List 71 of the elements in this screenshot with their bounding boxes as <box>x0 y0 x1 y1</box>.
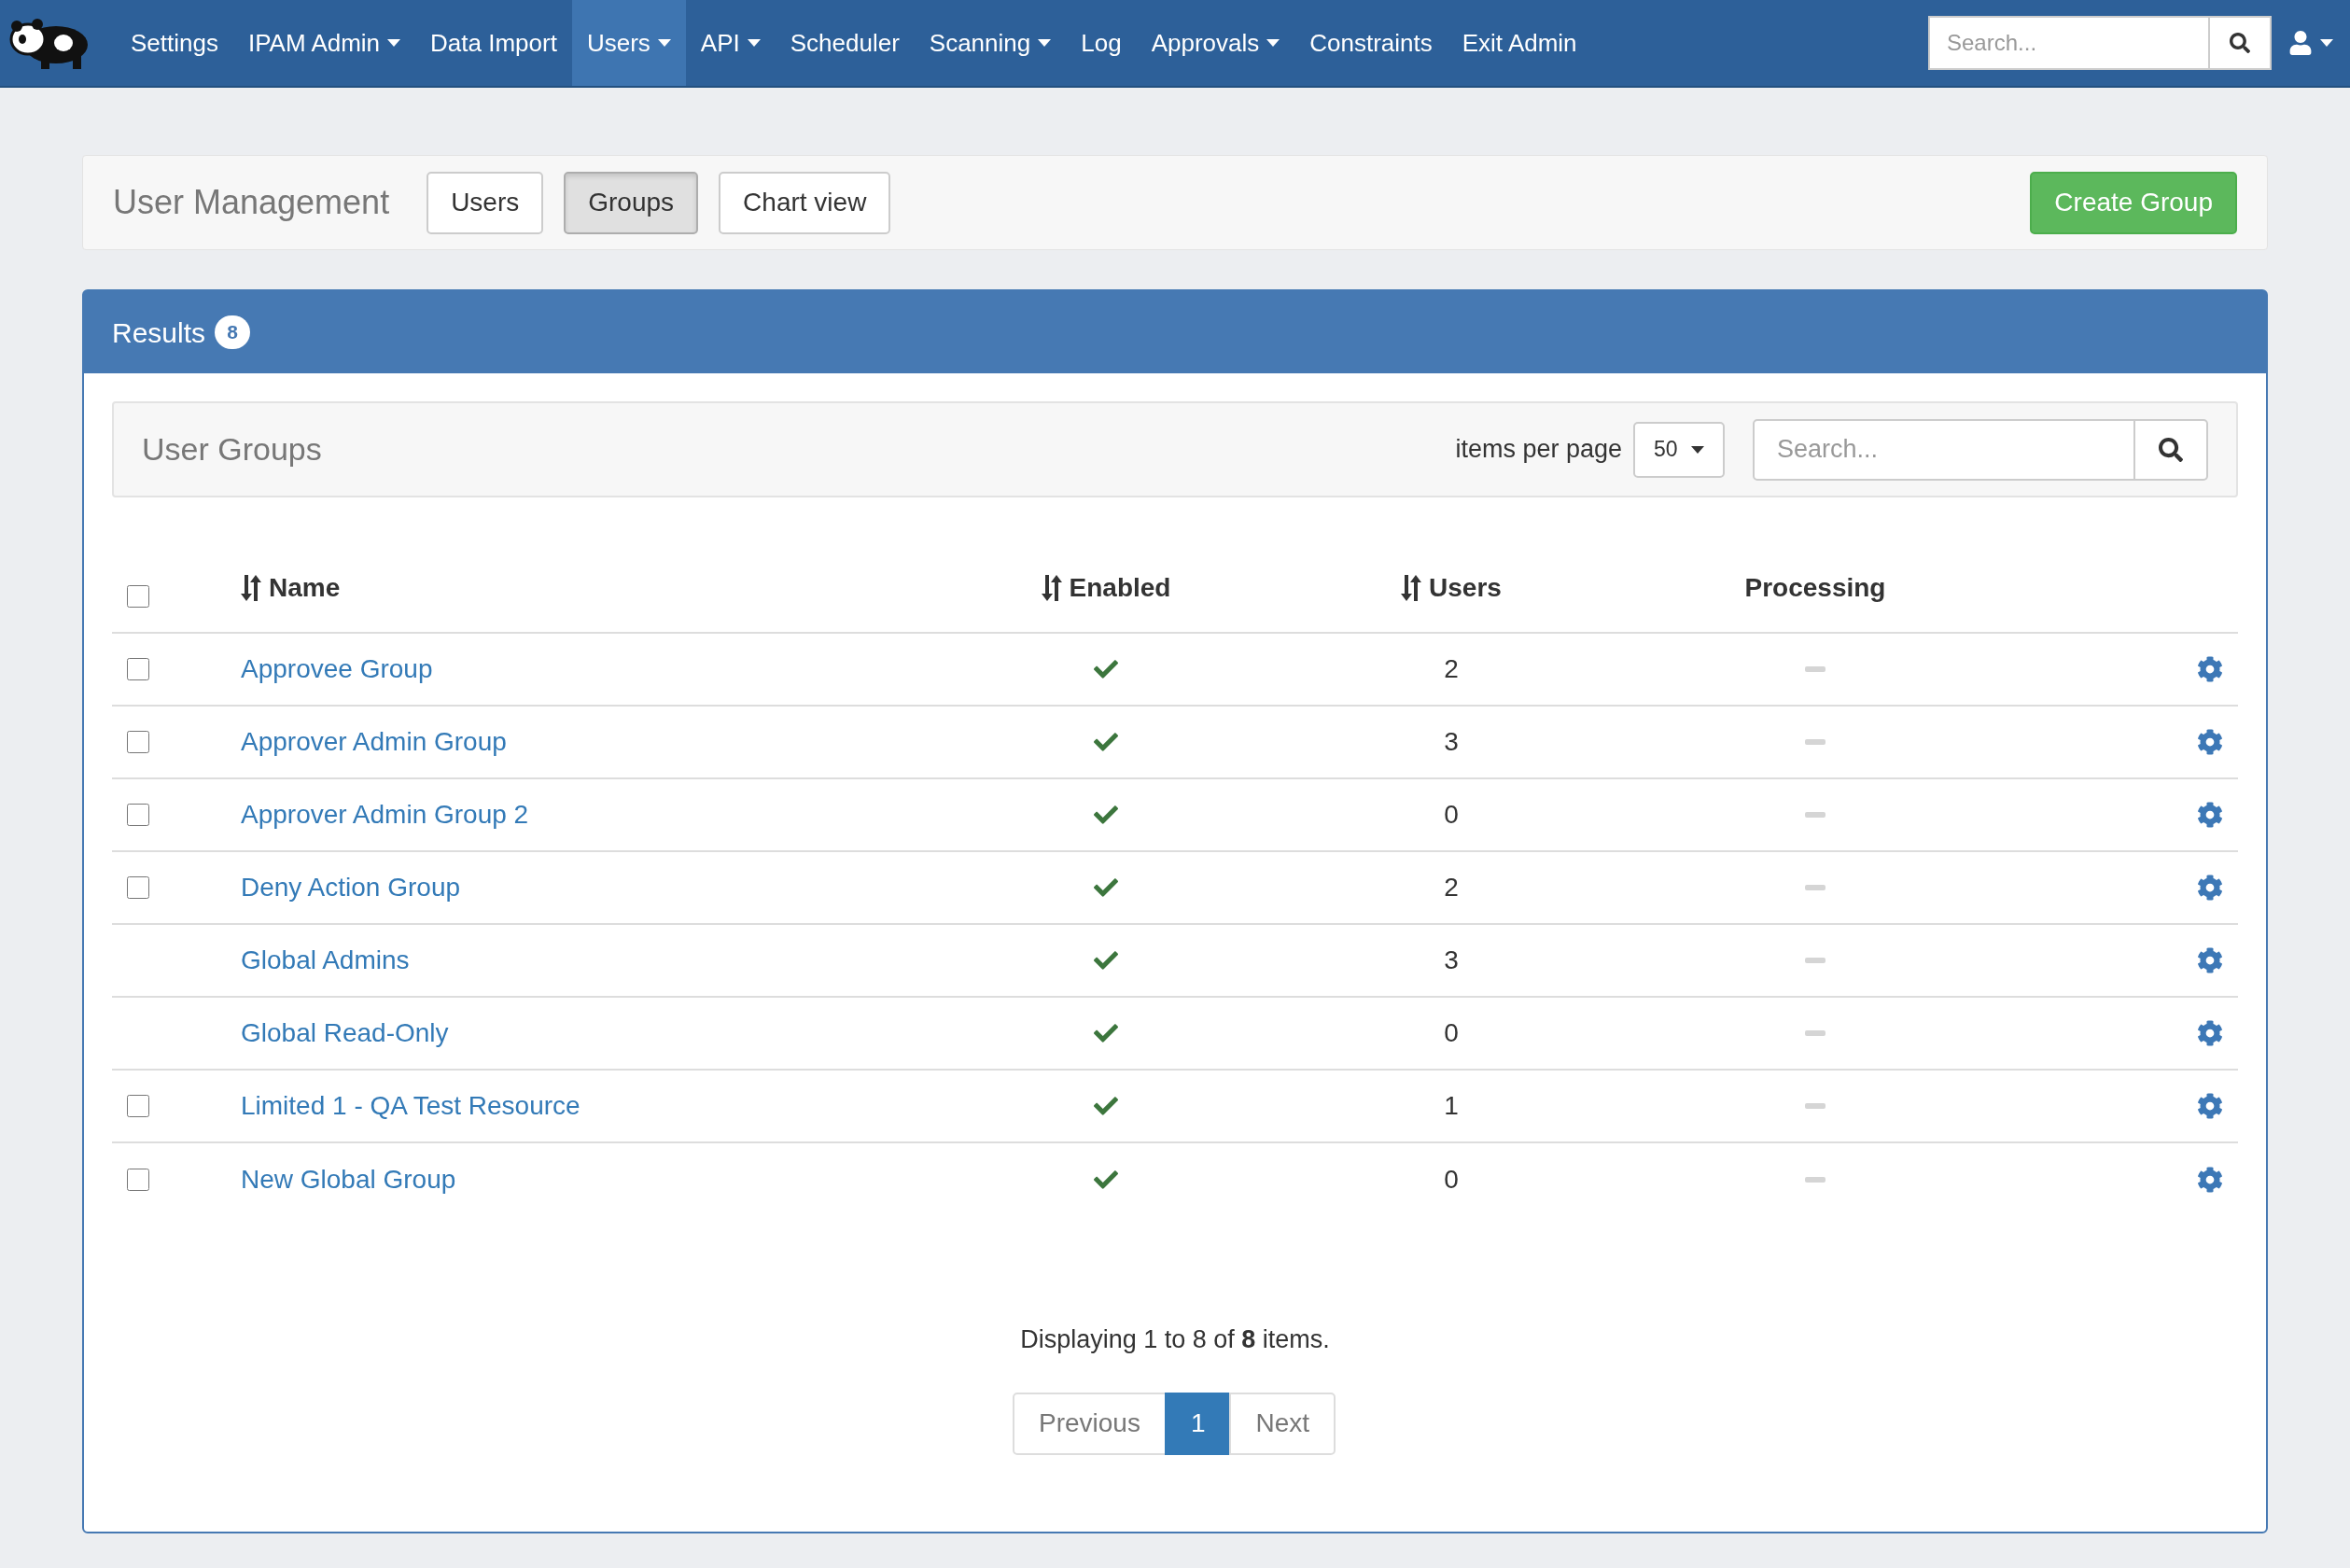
nav-link[interactable]: Scanning <box>914 0 1067 86</box>
pagination-button[interactable]: Previous <box>1012 1392 1167 1455</box>
nav-link[interactable]: Settings <box>116 0 233 86</box>
group-link[interactable]: Global Read-Only <box>241 1018 449 1047</box>
settings-icon[interactable] <box>2197 1093 2223 1119</box>
group-link[interactable]: Deny Action Group <box>241 873 461 902</box>
items-per-page-select[interactable]: 50 <box>1633 421 1725 478</box>
panel-title: Results <box>112 315 206 350</box>
group-link[interactable]: Approver Admin Group 2 <box>241 800 529 829</box>
nav-link[interactable]: Exit Admin <box>1447 0 1592 86</box>
nav-link[interactable]: Users <box>571 0 686 86</box>
caret-icon <box>1691 445 1704 454</box>
user-icon <box>2288 31 2313 55</box>
settings-icon[interactable] <box>2197 1167 2223 1193</box>
user-count: 0 <box>1444 1017 1459 1049</box>
group-link[interactable]: Limited 1 - QA Test Resource <box>241 1091 581 1120</box>
nav-link[interactable]: Scheduler <box>775 0 915 86</box>
user-count: 3 <box>1444 945 1459 976</box>
settings-icon[interactable] <box>2197 875 2223 901</box>
settings-icon[interactable] <box>2197 947 2223 973</box>
page-title: User Management <box>113 182 390 223</box>
user-count: 0 <box>1444 1164 1459 1196</box>
search-field[interactable]: Search... <box>1753 418 2135 481</box>
pagination-summary: Displaying 1 to 8 of 8 items. <box>1020 1324 1330 1355</box>
user-count: 3 <box>1444 726 1459 758</box>
row-checkbox[interactable] <box>127 876 149 900</box>
user-count: 2 <box>1444 872 1459 903</box>
group-link[interactable]: Approver Admin Group <box>241 727 507 756</box>
view-tab[interactable]: Users <box>427 171 544 234</box>
sort-icon[interactable] <box>1401 575 1422 601</box>
settings-icon[interactable] <box>2197 656 2223 682</box>
search-button[interactable] <box>2210 16 2272 70</box>
row-checkbox[interactable] <box>127 1095 149 1118</box>
column-header[interactable]: Enabled <box>1069 568 1171 608</box>
nav-link[interactable]: Log <box>1066 0 1137 86</box>
nav-link[interactable]: IPAM Admin <box>232 0 416 86</box>
column-header: Processing <box>1744 572 1886 604</box>
nav-link[interactable]: Approvals <box>1136 0 1295 86</box>
nav-link[interactable]: Constraints <box>1294 0 1448 86</box>
caret-icon <box>2320 39 2333 47</box>
count-badge: 8 <box>215 315 251 349</box>
row-checkbox[interactable] <box>127 731 149 754</box>
select-all-checkbox[interactable] <box>127 585 149 608</box>
row-checkbox[interactable] <box>127 658 149 681</box>
settings-icon[interactable] <box>2197 802 2223 828</box>
search-icon <box>2159 437 2183 462</box>
search-icon <box>2230 33 2250 53</box>
search-button[interactable] <box>2135 418 2208 481</box>
column-header[interactable]: Name <box>269 568 341 608</box>
row-checkbox[interactable] <box>127 804 149 827</box>
column-header[interactable]: Users <box>1429 568 1502 608</box>
nav-link[interactable]: Data Import <box>415 0 572 86</box>
view-tab[interactable]: Groups <box>564 171 699 234</box>
view-tab[interactable]: Chart view <box>719 171 891 234</box>
sort-icon[interactable] <box>1041 575 1062 601</box>
pagination-button[interactable]: 1 <box>1164 1392 1232 1455</box>
items-per-page-label: items per page <box>1455 434 1622 466</box>
user-count: 2 <box>1444 653 1459 685</box>
row-checkbox[interactable] <box>127 1169 149 1192</box>
group-link[interactable]: Approvee Group <box>241 654 433 683</box>
section-title: User Groups <box>142 430 322 469</box>
sort-icon[interactable] <box>241 575 261 601</box>
user-count: 0 <box>1444 799 1459 831</box>
user-count: 1 <box>1444 1090 1459 1122</box>
nav-link[interactable]: API <box>685 0 776 86</box>
group-link[interactable]: New Global Group <box>241 1165 456 1194</box>
settings-icon[interactable] <box>2197 1020 2223 1046</box>
pagination-button[interactable]: Next <box>1229 1392 1336 1455</box>
search-field[interactable]: Search... <box>1928 16 2210 70</box>
group-link[interactable]: Global Admins <box>241 945 410 974</box>
settings-icon[interactable] <box>2197 729 2223 755</box>
